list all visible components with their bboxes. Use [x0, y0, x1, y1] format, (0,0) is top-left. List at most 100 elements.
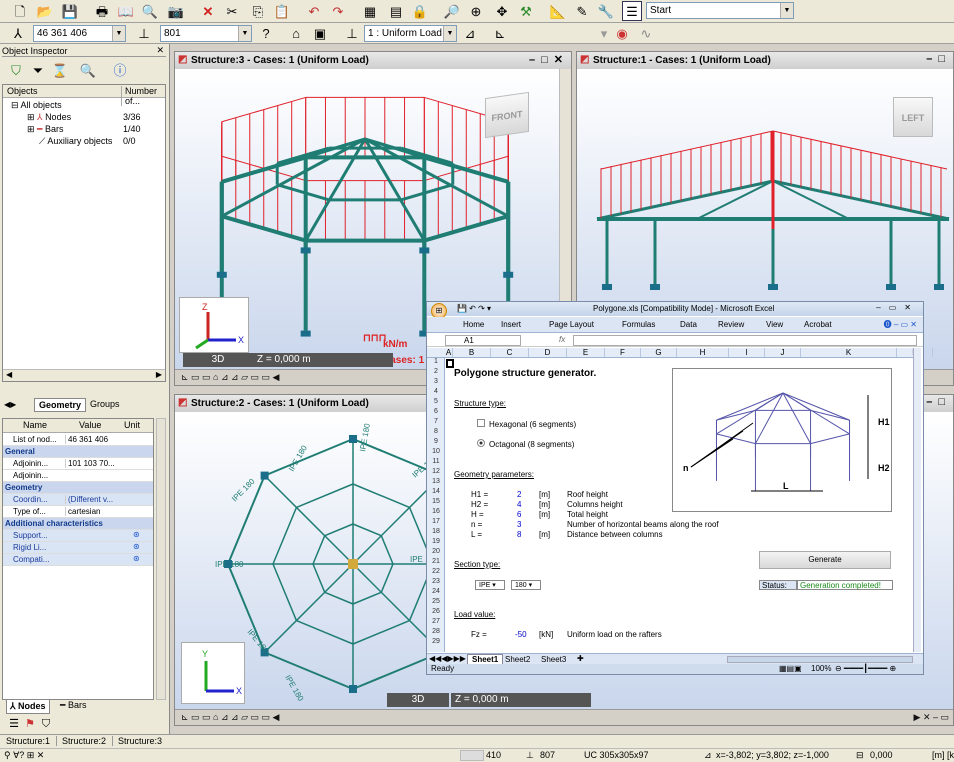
- column-header[interactable]: H: [677, 348, 729, 357]
- edit-icon[interactable]: ⊛: [133, 554, 140, 563]
- row-header[interactable]: 4: [427, 388, 445, 398]
- excel-vertical-scrollbar[interactable]: [913, 348, 921, 652]
- row-header[interactable]: 6: [427, 408, 445, 418]
- layout-combo[interactable]: Start ▼: [646, 2, 794, 19]
- ribbon-tab-page-layout[interactable]: Page Layout: [549, 320, 594, 329]
- calculator-icon[interactable]: ▦: [360, 1, 380, 21]
- lock-icon[interactable]: 🔒: [410, 1, 430, 21]
- section-icon[interactable]: ◉: [612, 23, 632, 43]
- zoom-icon[interactable]: 🔎: [442, 1, 462, 21]
- tab-structure-1[interactable]: Structure:1: [6, 736, 58, 746]
- section-size-select[interactable]: 180 ▾: [511, 580, 541, 590]
- view-nav-icon[interactable]: ▶ ✕ – ▭: [914, 712, 949, 723]
- tab-prev-icon[interactable]: ◀▶: [4, 400, 16, 409]
- window-controls[interactable]: –▭✕: [876, 303, 919, 312]
- row-header[interactable]: 16: [427, 508, 445, 518]
- column-header[interactable]: D: [529, 348, 567, 357]
- print-icon[interactable]: 🖶: [92, 1, 112, 21]
- row-header[interactable]: 8: [427, 428, 445, 438]
- undo-icon[interactable]: ↶: [304, 1, 324, 21]
- property-row[interactable]: List of nod... 46 361 406: [3, 434, 153, 446]
- tree-item-bars[interactable]: ⊞ ━ Bars 1/40: [27, 124, 163, 135]
- row-header[interactable]: 1: [427, 358, 445, 368]
- zoom-slider[interactable]: ⊖ ━━━━┃━━━━ ⊕: [835, 664, 896, 673]
- window-controls[interactable]: –□: [926, 396, 951, 408]
- row-header[interactable]: 3: [427, 378, 445, 388]
- nodes-selection-combo[interactable]: 46 361 406 ▼: [33, 25, 126, 42]
- view-mode-3d[interactable]: 3D: [387, 693, 449, 707]
- property-row[interactable]: Compati... ⊛: [3, 554, 153, 566]
- ribbon-tab-view[interactable]: View: [766, 320, 783, 329]
- row-header[interactable]: 24: [427, 588, 445, 598]
- row-header[interactable]: 10: [427, 448, 445, 458]
- chevron-down-icon[interactable]: ▼: [238, 26, 251, 41]
- cut-icon[interactable]: ✂: [222, 1, 242, 21]
- design-icon[interactable]: ✎: [572, 1, 592, 21]
- ribbon-tab-home[interactable]: Home: [463, 320, 484, 329]
- param-val[interactable]: 4: [517, 500, 521, 509]
- row-header[interactable]: 29: [427, 638, 445, 648]
- delete-icon[interactable]: ✕: [198, 1, 218, 21]
- sheet-tab-3[interactable]: Sheet3: [541, 655, 566, 664]
- sheet-nav-icon[interactable]: ◀◀◀▶▶▶: [429, 654, 466, 663]
- property-row[interactable]: Rigid Li... ⊛: [3, 542, 153, 554]
- view-cube[interactable]: FRONT: [485, 91, 529, 139]
- prop-header-unit[interactable]: Unit: [124, 420, 140, 430]
- selected-cell[interactable]: [446, 359, 454, 368]
- query-icon[interactable]: ?: [256, 23, 276, 43]
- column-header[interactable]: E: [567, 348, 605, 357]
- property-value[interactable]: 101 103 70...: [65, 459, 121, 468]
- column-header[interactable]: B: [453, 348, 491, 357]
- row-header[interactable]: 15: [427, 498, 445, 508]
- view-mode-3d[interactable]: 3D: [183, 353, 253, 367]
- tab-geometry[interactable]: Geometry: [34, 398, 87, 412]
- dropdown-icon[interactable]: ▾: [594, 23, 614, 43]
- home-view-icon[interactable]: ⌂: [286, 23, 306, 43]
- column-objects[interactable]: Objects: [7, 86, 38, 96]
- print-preview-icon[interactable]: 🔍: [140, 1, 160, 21]
- section-family-select[interactable]: IPE ▾: [475, 580, 505, 590]
- window-controls[interactable]: –□✕: [529, 53, 569, 66]
- structure-model-icon[interactable]: ⚒: [516, 1, 536, 21]
- view-tools-icon[interactable]: ⊾ ▭ ▭ ⌂ ⊿ ⊿ ▱ ▭ ▭ ◀: [181, 372, 279, 383]
- node-selection-icon[interactable]: ⅄: [8, 23, 28, 43]
- copy-icon[interactable]: ⎘: [248, 1, 268, 21]
- tree-item-nodes[interactable]: ⊞ ⅄ Nodes 3/36: [27, 112, 163, 123]
- property-row[interactable]: Support... ⊛: [3, 530, 153, 542]
- quick-access-icon[interactable]: 💾 ↶ ↷ ▾: [457, 304, 491, 313]
- open-folder-icon[interactable]: 📂: [35, 1, 55, 21]
- row-header[interactable]: 9: [427, 438, 445, 448]
- sheet-tab-2[interactable]: Sheet2: [505, 655, 530, 664]
- tab-bars[interactable]: ━ Bars: [60, 700, 86, 711]
- ribbon-tab-formulas[interactable]: Formulas: [622, 320, 655, 329]
- param-val[interactable]: 6: [517, 510, 521, 519]
- view-cube[interactable]: LEFT: [893, 97, 933, 137]
- row-header[interactable]: 14: [427, 488, 445, 498]
- row-header[interactable]: 13: [427, 478, 445, 488]
- row-header[interactable]: 18: [427, 528, 445, 538]
- tab-groups[interactable]: Groups: [90, 399, 120, 409]
- ribbon-tab-insert[interactable]: Insert: [501, 320, 521, 329]
- screen-capture-icon[interactable]: 📷: [166, 1, 186, 21]
- pan-icon[interactable]: ✥: [492, 1, 512, 21]
- properties-scrollbar[interactable]: [156, 418, 166, 700]
- param-val[interactable]: 3: [517, 520, 521, 529]
- view-tools-icon[interactable]: ⊾ ▭ ▭ ⌂ ⊿ ⊿ ▱ ▭ ▭ ◀: [181, 712, 279, 723]
- ribbon-tab-data[interactable]: Data: [680, 320, 697, 329]
- filter-icon[interactable]: ⛉: [36, 714, 56, 734]
- property-row[interactable]: Additional characteristics: [3, 518, 153, 530]
- property-value[interactable]: 46 361 406: [65, 435, 121, 444]
- row-header[interactable]: 2: [427, 368, 445, 378]
- row-header[interactable]: 17: [427, 518, 445, 528]
- property-row[interactable]: Adjoinin...: [3, 470, 153, 482]
- clear-filter-icon[interactable]: ⌛: [50, 60, 70, 80]
- excel-window[interactable]: ⊞ 💾 ↶ ↷ ▾ Polygone.xls [Compatibility Mo…: [426, 301, 933, 675]
- row-header[interactable]: 19: [427, 538, 445, 548]
- row-header[interactable]: 12: [427, 468, 445, 478]
- fz-value[interactable]: -50: [515, 630, 527, 639]
- tab-structure-3[interactable]: Structure:3: [118, 736, 162, 746]
- load-display-icon[interactable]: ⊾: [490, 23, 510, 43]
- checkbox-icon[interactable]: [477, 419, 485, 427]
- param-val[interactable]: 2: [517, 490, 521, 499]
- row-header[interactable]: 25: [427, 598, 445, 608]
